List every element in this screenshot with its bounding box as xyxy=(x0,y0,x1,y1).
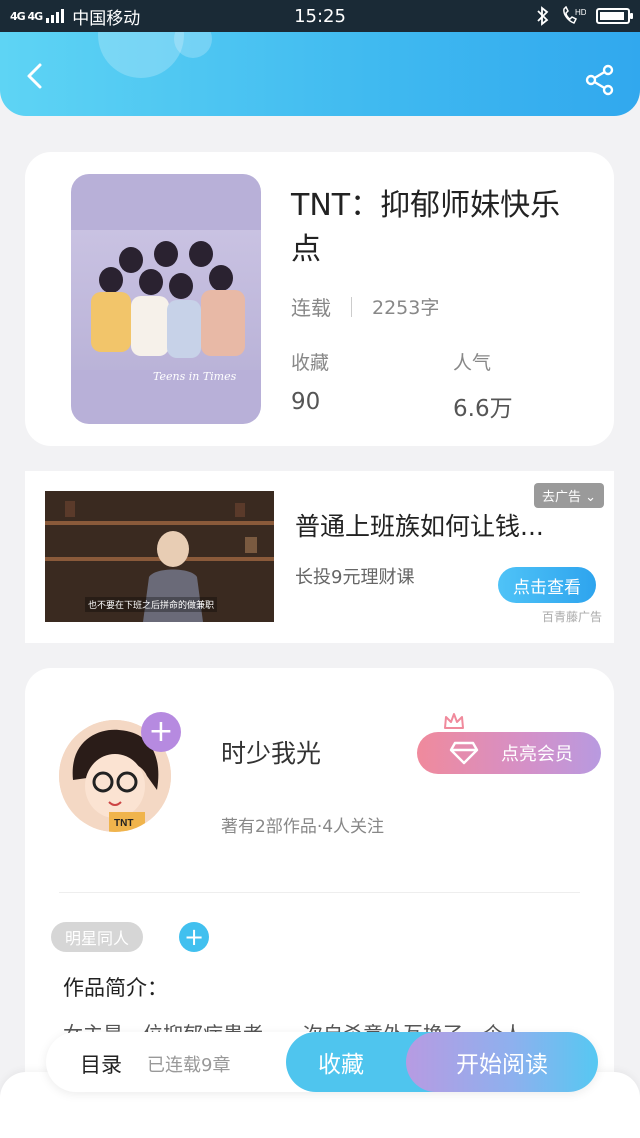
crown-icon xyxy=(444,713,464,729)
stat-favorites: 收藏 90 xyxy=(291,348,329,415)
ad-thumb-subtitle: 也不要在下班之后拼命的做兼职 xyxy=(85,597,218,612)
cover-photo xyxy=(71,230,261,370)
vip-membership-button[interactable]: 点亮会员 xyxy=(417,732,601,774)
diamond-icon xyxy=(449,741,479,765)
start-reading-button[interactable]: 开始阅读 xyxy=(406,1032,598,1092)
decor-bubble xyxy=(174,32,212,58)
word-count: 2253字 xyxy=(372,297,440,319)
ad-source: 百青藤广告 xyxy=(541,610,602,624)
remove-ad-button[interactable]: 去广告 ⌄ xyxy=(533,483,604,508)
book-cover[interactable]: Teens in Times xyxy=(71,174,261,424)
chapter-count: 已连载9章 xyxy=(147,1055,231,1076)
stat-value: 90 xyxy=(291,389,321,415)
status-divider xyxy=(351,296,352,317)
stat-value: 6.6万 xyxy=(453,396,513,422)
back-arrow-icon[interactable] xyxy=(22,62,50,90)
vip-label: 点亮会员 xyxy=(501,744,573,765)
author-name[interactable]: 时少我光 xyxy=(221,734,321,770)
share-icon[interactable] xyxy=(584,64,616,96)
stat-popularity: 人气 6.6万 xyxy=(453,348,513,423)
status-bar: 4G 4G 中国移动 15:25 HD xyxy=(0,0,640,32)
remove-ad-label: 去广告 xyxy=(541,490,581,505)
serial-status: 连载 xyxy=(291,296,331,320)
cover-caption: Teens in Times xyxy=(153,370,237,383)
chevron-down-icon: ⌄ xyxy=(585,490,596,505)
author-meta: 著有2部作品·4人关注 xyxy=(221,817,385,837)
status-time: 15:25 xyxy=(294,5,346,27)
top-header xyxy=(0,32,640,116)
ad-cta-button[interactable]: 点击查看 xyxy=(498,567,596,603)
genre-tag[interactable]: 明星同人 xyxy=(51,922,144,952)
ad-description: 长投9元理财课 xyxy=(295,567,415,588)
table-of-contents-button[interactable]: 目录 xyxy=(80,1049,122,1079)
book-title: TNT：抑郁师妹快乐点 xyxy=(291,188,561,267)
section-divider xyxy=(59,892,580,893)
ad-banner[interactable]: 也不要在下班之后拼命的做兼职 普通上班族如何让钱... 长投9元理财课 去广告 … xyxy=(25,471,614,643)
decor-bubble xyxy=(98,32,184,78)
intro-title: 作品简介： xyxy=(63,976,168,1000)
follow-author-button[interactable]: + xyxy=(141,712,181,752)
book-info-card: Teens in Times TNT：抑郁师妹快乐点 连载 2253字 收藏 9… xyxy=(25,152,614,446)
battery-icon xyxy=(596,8,633,24)
add-tag-button[interactable]: + xyxy=(179,922,209,952)
stat-label: 收藏 xyxy=(291,352,330,374)
svg-text:TNT: TNT xyxy=(114,818,133,829)
ad-title[interactable]: 普通上班族如何让钱... xyxy=(295,507,544,543)
ad-thumbnail[interactable]: 也不要在下班之后拼命的做兼职 xyxy=(45,491,274,622)
stat-label: 人气 xyxy=(453,352,492,374)
book-status-row: 连载 2253字 xyxy=(291,292,439,321)
